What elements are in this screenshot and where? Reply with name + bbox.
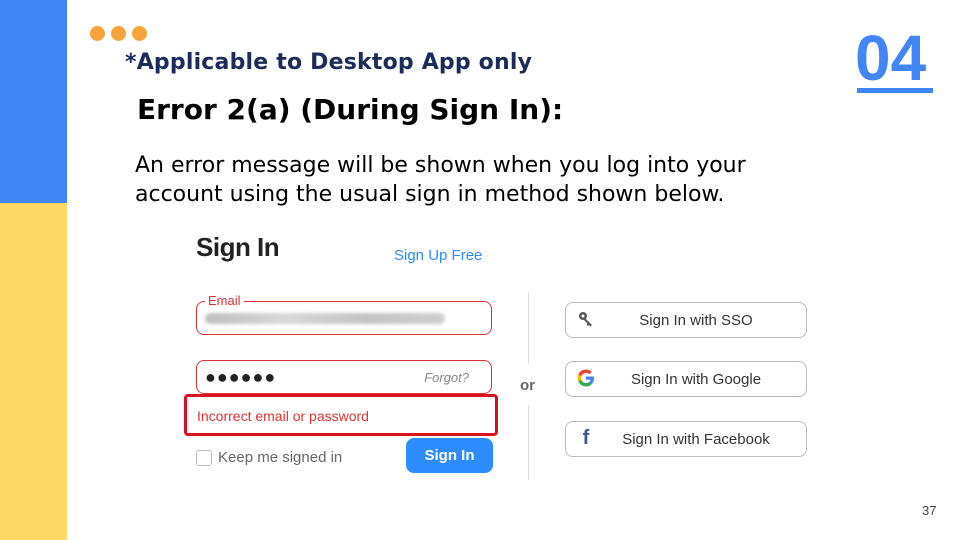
applicability-note: *Applicable to Desktop App only bbox=[125, 50, 533, 75]
decorative-dots bbox=[90, 26, 147, 41]
password-mask: ●●●●●● bbox=[205, 367, 277, 387]
error-highlight-box: Incorrect email or password bbox=[184, 394, 498, 436]
divider-bottom bbox=[528, 405, 529, 480]
signin-button[interactable]: Sign In bbox=[406, 438, 493, 473]
sidebar-yellow-block bbox=[0, 203, 67, 540]
signin-facebook-button[interactable]: f Sign In with Facebook bbox=[565, 421, 807, 457]
facebook-button-label: Sign In with Facebook bbox=[622, 430, 770, 448]
signin-sso-button[interactable]: Sign In with SSO bbox=[565, 302, 807, 338]
email-value-blurred bbox=[205, 313, 445, 324]
forgot-password-link[interactable]: Forgot? bbox=[424, 370, 469, 385]
dot bbox=[111, 26, 126, 41]
signup-free-link[interactable]: Sign Up Free bbox=[394, 247, 482, 264]
sso-button-label: Sign In with SSO bbox=[639, 311, 753, 329]
signin-google-button[interactable]: Sign In with Google bbox=[565, 361, 807, 397]
email-field[interactable]: Email bbox=[196, 293, 492, 335]
or-separator: or bbox=[520, 377, 535, 394]
keep-signed-in[interactable]: Keep me signed in bbox=[196, 449, 342, 466]
slide-heading: Error 2(a) (During Sign In): bbox=[137, 93, 564, 126]
sidebar-blue-block bbox=[0, 0, 67, 203]
google-button-label: Sign In with Google bbox=[630, 370, 762, 388]
email-label: Email bbox=[205, 293, 244, 308]
slide-description: An error message will be shown when you … bbox=[135, 153, 746, 207]
section-number-underline bbox=[857, 88, 933, 93]
password-field[interactable]: ●●●●●● Forgot? bbox=[196, 360, 492, 394]
facebook-icon: f bbox=[582, 426, 590, 449]
keep-signed-in-label: Keep me signed in bbox=[218, 449, 343, 466]
key-icon bbox=[576, 309, 596, 329]
page-number: 37 bbox=[922, 503, 937, 518]
signin-title: Sign In bbox=[196, 232, 280, 262]
dot bbox=[90, 26, 105, 41]
slide-section-number: 04 bbox=[855, 22, 927, 94]
google-icon bbox=[576, 368, 596, 388]
keep-signed-in-checkbox[interactable] bbox=[196, 449, 212, 466]
divider-top bbox=[528, 292, 529, 364]
error-message: Incorrect email or password bbox=[197, 408, 369, 424]
dot bbox=[132, 26, 147, 41]
